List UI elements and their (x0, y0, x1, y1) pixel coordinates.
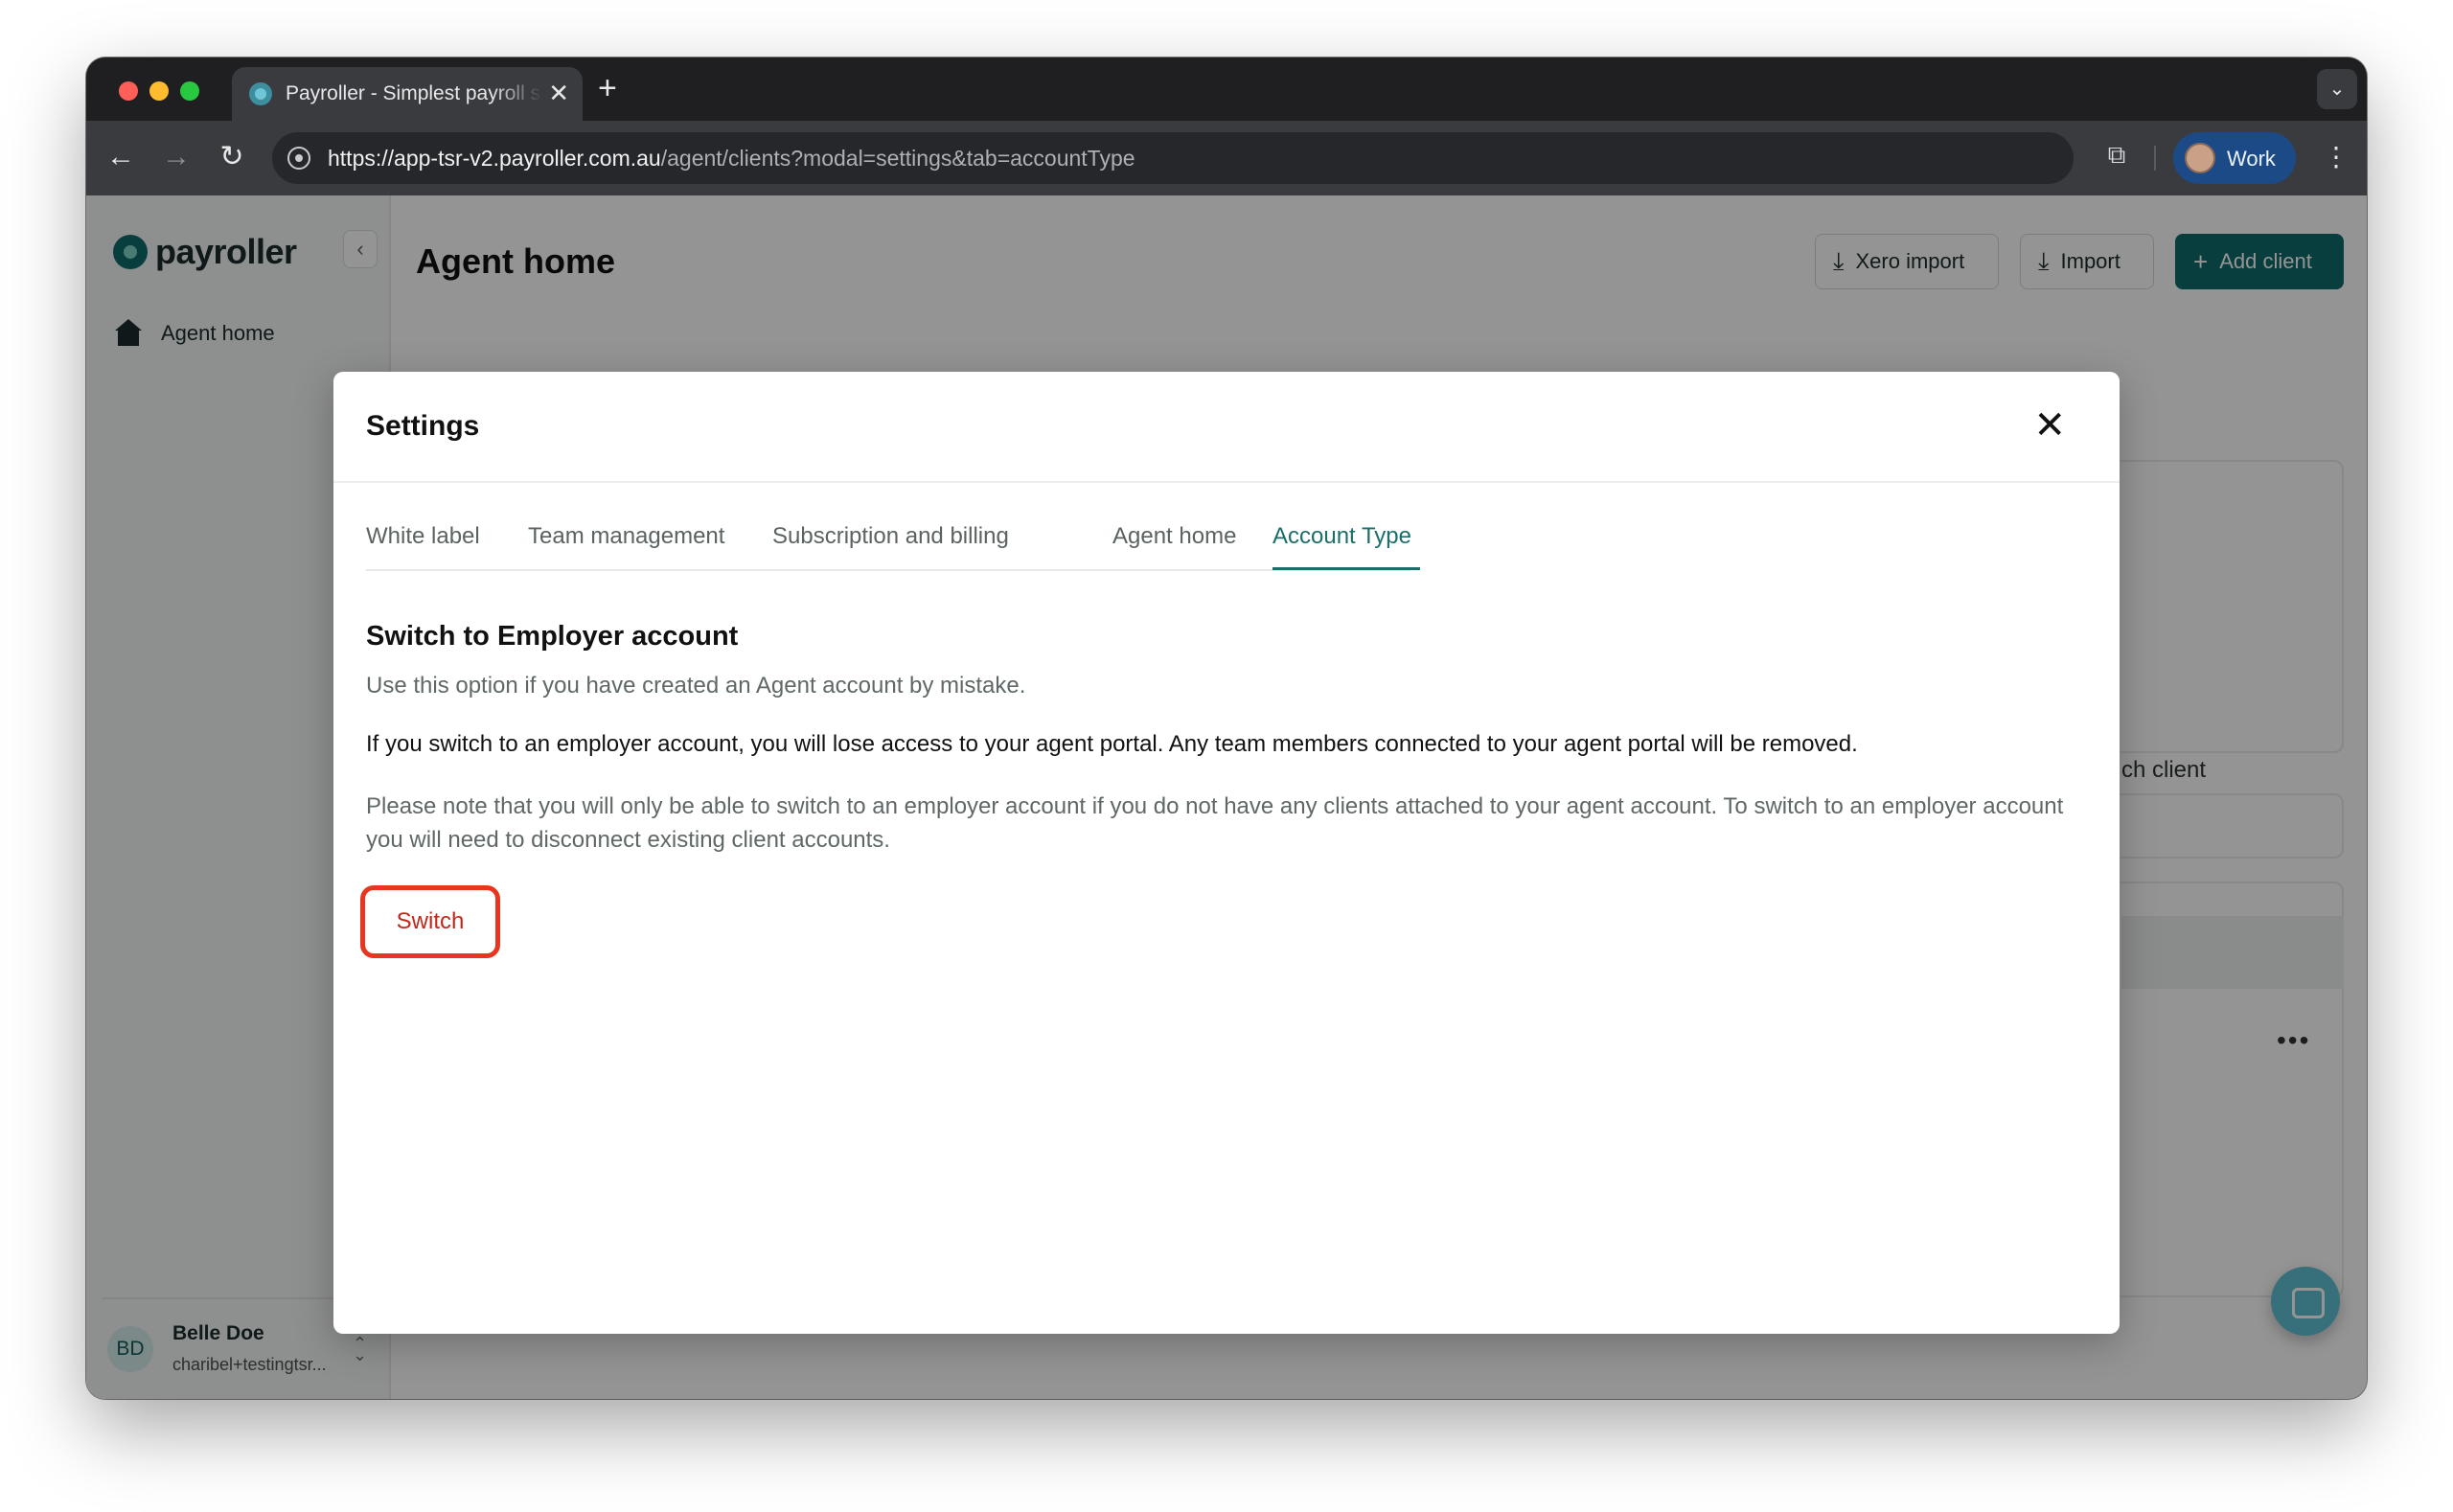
tab-account-type[interactable]: Account Type (1272, 523, 1411, 550)
extensions-puzzle-icon[interactable]: ⧉ (2100, 140, 2133, 174)
browser-window: Payroller - Simplest payroll software ✕ … (86, 57, 2367, 1399)
tab-team-management[interactable]: Team management (528, 523, 724, 550)
active-tab-indicator (1272, 567, 1420, 570)
profile-button[interactable]: Work (2173, 132, 2296, 184)
intro-text: Use this option if you have created an A… (366, 673, 1026, 699)
warning-text: If you switch to an employer account, yo… (366, 731, 1858, 757)
close-icon[interactable]: ✕ (2033, 402, 2066, 448)
close-tab-icon[interactable]: ✕ (548, 79, 569, 107)
tab-white-label[interactable]: White label (366, 523, 480, 550)
close-window-button[interactable] (119, 81, 138, 101)
tab-strip: Payroller - Simplest payroll software ✕ … (86, 57, 2367, 121)
browser-menu-kebab-icon[interactable]: ⋮ (2323, 138, 2350, 176)
address-bar[interactable]: https://app-tsr-v2.payroller.com.au/agen… (272, 132, 2074, 184)
payroller-favicon-icon (249, 82, 272, 105)
profile-avatar (2185, 143, 2215, 173)
new-tab-icon[interactable]: + (598, 71, 617, 105)
tab-title: Payroller - Simplest payroll software (286, 82, 542, 104)
tab-search-chevron-icon[interactable]: ⌄ (2317, 69, 2357, 109)
site-info-icon[interactable] (287, 147, 310, 170)
section-title: Switch to Employer account (366, 621, 739, 652)
modal-divider (333, 481, 2120, 483)
minimize-window-button[interactable] (149, 81, 169, 101)
toolbar-divider (2154, 146, 2156, 171)
url-host: https://app-tsr-v2.payroller.com.au (328, 146, 661, 171)
forward-arrow-icon[interactable]: → (157, 138, 195, 176)
page-content: payroller ‹ Agent home BD Belle Doe char… (86, 195, 2367, 1399)
switch-button[interactable]: Switch (370, 895, 491, 949)
tab-subscription-and-billing[interactable]: Subscription and billing (772, 523, 1009, 550)
browser-toolbar: ← → ↻ https://app-tsr-v2.payroller.com.a… (86, 121, 2367, 195)
back-arrow-icon[interactable]: ← (102, 138, 140, 176)
maximize-window-button[interactable] (180, 81, 199, 101)
url-text: https://app-tsr-v2.payroller.com.au/agen… (328, 146, 1135, 172)
reload-icon[interactable]: ↻ (213, 138, 251, 176)
modal-title: Settings (366, 410, 480, 442)
tab-agent-home[interactable]: Agent home (1112, 523, 1236, 550)
settings-modal: Settings ✕ White label Team management S… (333, 372, 2120, 1334)
settings-tabs: White label Team management Subscription… (366, 502, 1420, 571)
note-text: Please note that you will only be able t… (366, 793, 2064, 853)
profile-label: Work (2227, 147, 2276, 171)
browser-tab[interactable]: Payroller - Simplest payroll software ✕ (232, 67, 583, 121)
url-path: /agent/clients?modal=settings&tab=accoun… (660, 146, 1135, 171)
